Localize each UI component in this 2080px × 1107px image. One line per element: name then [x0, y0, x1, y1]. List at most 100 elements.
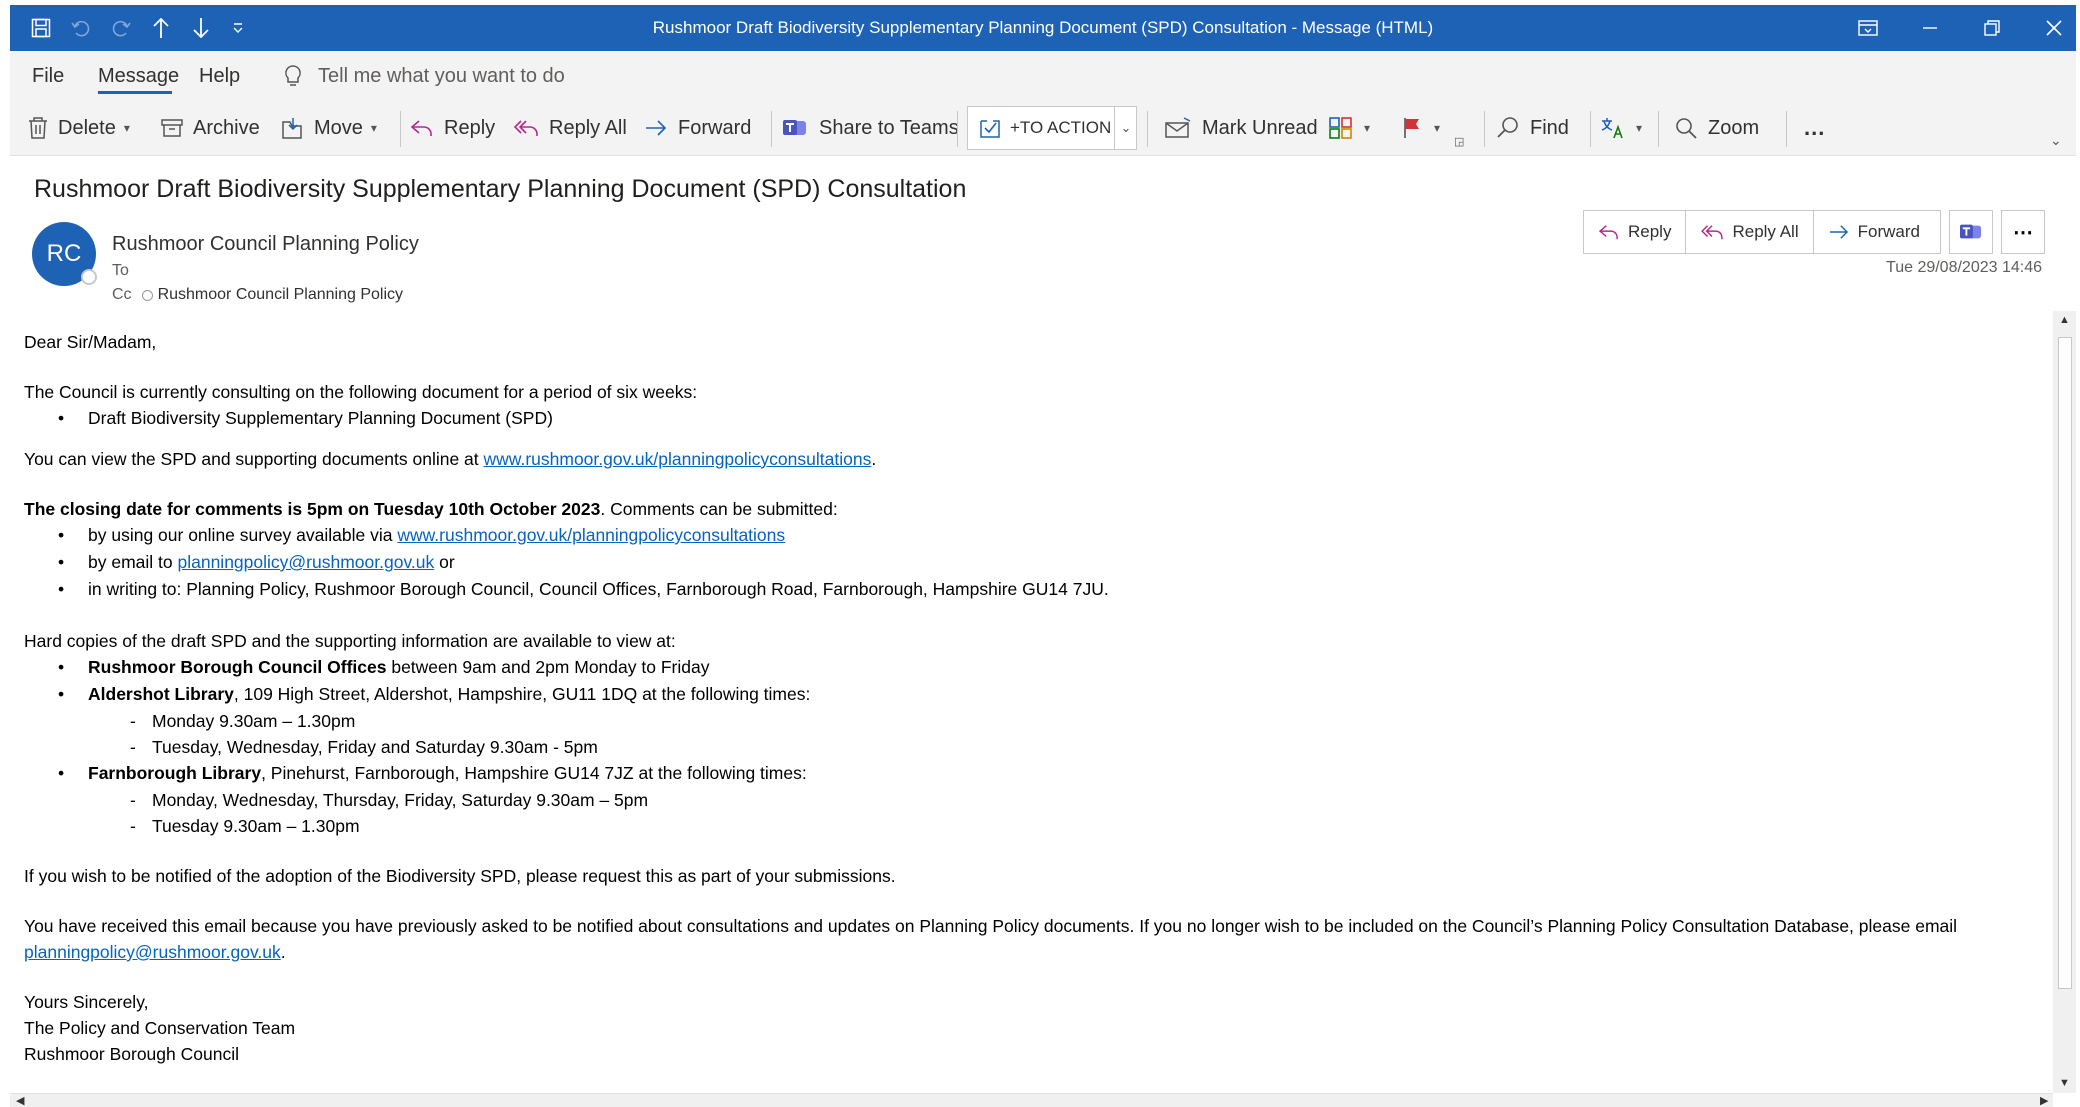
list-item: by using our online survey available via…	[24, 522, 2044, 549]
envelope-icon	[1165, 117, 1191, 138]
chevron-down-icon: ▾	[1434, 121, 1441, 135]
menu-file[interactable]: File	[32, 51, 64, 101]
tell-me-box[interactable]: Tell me what you want to do	[284, 51, 565, 101]
chevron-down-icon: ▾	[1636, 121, 1643, 135]
received-text: You have received this email because you…	[24, 916, 1958, 936]
email-suffix: or	[434, 552, 455, 572]
intro-text: The Council is currently consulting on t…	[24, 382, 698, 402]
header-reply-label: Reply	[1628, 222, 1672, 241]
ribbon-separator	[1786, 111, 1787, 147]
period: .	[280, 942, 286, 962]
ribbon-separator	[1147, 111, 1148, 147]
message-body: Dear Sir/Madam, The Council is currently…	[24, 329, 2044, 1067]
delete-label: Delete	[58, 116, 116, 139]
scroll-down-icon[interactable]: ▼	[2059, 1077, 2070, 1089]
ribbon-toolbar: Delete ▾ Archive Move ▾ Reply Reply All Fo…	[10, 101, 2076, 156]
archive-icon	[161, 119, 183, 137]
header-teams-button[interactable]	[1949, 210, 1993, 254]
cc-line: Cc Rushmoor Council Planning Policy	[112, 286, 403, 304]
survey-link[interactable]: www.rushmoor.gov.uk/planningpolicyconsul…	[397, 525, 785, 545]
header-more-button[interactable]: ⋯	[2001, 210, 2045, 254]
header-reply-all-button[interactable]: Reply All	[1686, 211, 1814, 253]
reply-icon	[1598, 225, 1618, 240]
outlook-message-window: Rushmoor Draft Biodiversity Supplementar…	[10, 5, 2076, 1107]
horizontal-scrollbar[interactable]	[10, 1093, 2053, 1107]
mark-unread-button[interactable]: Mark Unread	[1164, 101, 1318, 155]
categorize-button[interactable]: ▾	[1328, 101, 1370, 155]
view-online-text: You can view the SPD and supporting docu…	[24, 446, 2044, 472]
cc-label: Cc	[112, 286, 132, 303]
minimize-icon[interactable]	[1910, 5, 1950, 51]
scroll-up-icon[interactable]: ▲	[2059, 314, 2070, 326]
reply-button[interactable]: Reply	[410, 101, 495, 155]
ribbon-separator	[1590, 111, 1591, 147]
list-item: Rushmoor Borough Council Offices between…	[24, 654, 2044, 681]
move-button[interactable]: Move ▾	[280, 101, 377, 155]
move-icon	[282, 118, 302, 139]
categorize-icon	[1329, 117, 1352, 139]
forward-button[interactable]: Forward	[644, 101, 751, 155]
move-label: Move	[314, 116, 363, 139]
find-button[interactable]: Find	[1496, 101, 1569, 155]
window-title: Rushmoor Draft Biodiversity Supplementar…	[652, 18, 1434, 37]
active-tab-indicator	[98, 91, 172, 94]
consultation-link[interactable]: www.rushmoor.gov.uk/planningpolicyconsul…	[484, 449, 872, 469]
location-name: Rushmoor Borough Council Offices	[88, 657, 387, 677]
lightbulb-icon	[285, 65, 301, 86]
chevron-down-icon: ▾	[370, 121, 377, 135]
unsubscribe-email-link[interactable]: planningpolicy@rushmoor.gov.uk	[24, 942, 281, 962]
delete-button[interactable]: Delete ▾	[28, 101, 130, 155]
more-commands-button[interactable]: ...	[1804, 101, 1825, 155]
opening-times-item: Tuesday 9.30am – 1.30pm	[24, 813, 2044, 839]
list-item: Farnborough Library, Pinehurst, Farnboro…	[24, 760, 2044, 787]
mark-unread-label: Mark Unread	[1202, 116, 1318, 139]
tags-dialog-launcher-icon[interactable]: ◲	[1454, 131, 1464, 151]
writing-address: in writing to: Planning Policy, Rushmoor…	[88, 579, 1109, 599]
title-bar: Rushmoor Draft Biodiversity Supplementar…	[10, 5, 2076, 51]
archive-label: Archive	[193, 116, 260, 139]
email-link[interactable]: planningpolicy@rushmoor.gov.uk	[177, 552, 434, 572]
header-forward-button[interactable]: Forward	[1814, 211, 1934, 253]
ribbon-display-options-icon[interactable]	[1848, 5, 1888, 51]
tell-me-text: Tell me what you want to do	[318, 65, 565, 87]
translate-icon	[1601, 118, 1623, 139]
ribbon-separator	[1484, 111, 1485, 147]
to-label: To	[112, 262, 129, 279]
reply-all-label: Reply All	[549, 116, 627, 139]
search-icon	[1497, 117, 1518, 138]
close-icon[interactable]	[2034, 5, 2074, 51]
scroll-left-icon[interactable]: ◀	[16, 1094, 24, 1107]
restore-icon[interactable]	[1972, 5, 2012, 51]
share-to-teams-button[interactable]: Share to Teams	[781, 101, 959, 155]
translate-button[interactable]: ▾	[1600, 101, 1642, 155]
scrollbar-thumb[interactable]	[2058, 337, 2072, 989]
opening-times-item: Monday 9.30am – 1.30pm	[24, 708, 2044, 734]
closing-rest: . Comments can be submitted:	[600, 499, 838, 519]
signoff: Yours Sincerely,	[24, 992, 149, 1012]
scroll-right-icon[interactable]: ▶	[2040, 1094, 2048, 1107]
forward-arrow-icon	[646, 120, 667, 136]
header-reply-button[interactable]: Reply	[1584, 211, 1687, 253]
reply-all-icon	[513, 120, 538, 136]
reply-all-button[interactable]: Reply All	[513, 101, 627, 155]
flag-icon	[1404, 118, 1419, 138]
chevron-down-icon[interactable]: ⌄	[1116, 107, 1136, 149]
quick-step-box[interactable]: +TO ACTION ⌄	[967, 106, 1137, 150]
menu-help[interactable]: Help	[199, 51, 240, 101]
list-item: Aldershot Library, 109 High Street, Alde…	[24, 681, 2044, 708]
message-action-group: Reply Reply All Forward	[1583, 210, 1941, 254]
expand-ribbon-icon[interactable]: ⌄	[2050, 125, 2062, 155]
sender-name[interactable]: Rushmoor Council Planning Policy	[112, 233, 419, 256]
team-name: The Policy and Conservation Team	[24, 1018, 296, 1038]
message-date: Tue 29/08/2023 14:46	[1886, 259, 2042, 276]
header-forward-label: Forward	[1857, 222, 1920, 241]
unsubscribe-email-line: planningpolicy@rushmoor.gov.uk.	[24, 939, 2044, 965]
archive-button[interactable]: Archive	[161, 101, 260, 155]
quick-step-to-action[interactable]: +TO ACTION	[978, 107, 1111, 149]
cc-recipient[interactable]: Rushmoor Council Planning Policy	[158, 286, 403, 304]
hard-copies-text: Hard copies of the draft SPD and the sup…	[24, 631, 676, 651]
zoom-button[interactable]: Zoom	[1674, 101, 1759, 155]
view-prefix: You can view the SPD and supporting docu…	[24, 449, 484, 469]
list-item: in writing to: Planning Policy, Rushmoor…	[24, 576, 2044, 603]
follow-up-button[interactable]: ▾	[1400, 101, 1440, 155]
